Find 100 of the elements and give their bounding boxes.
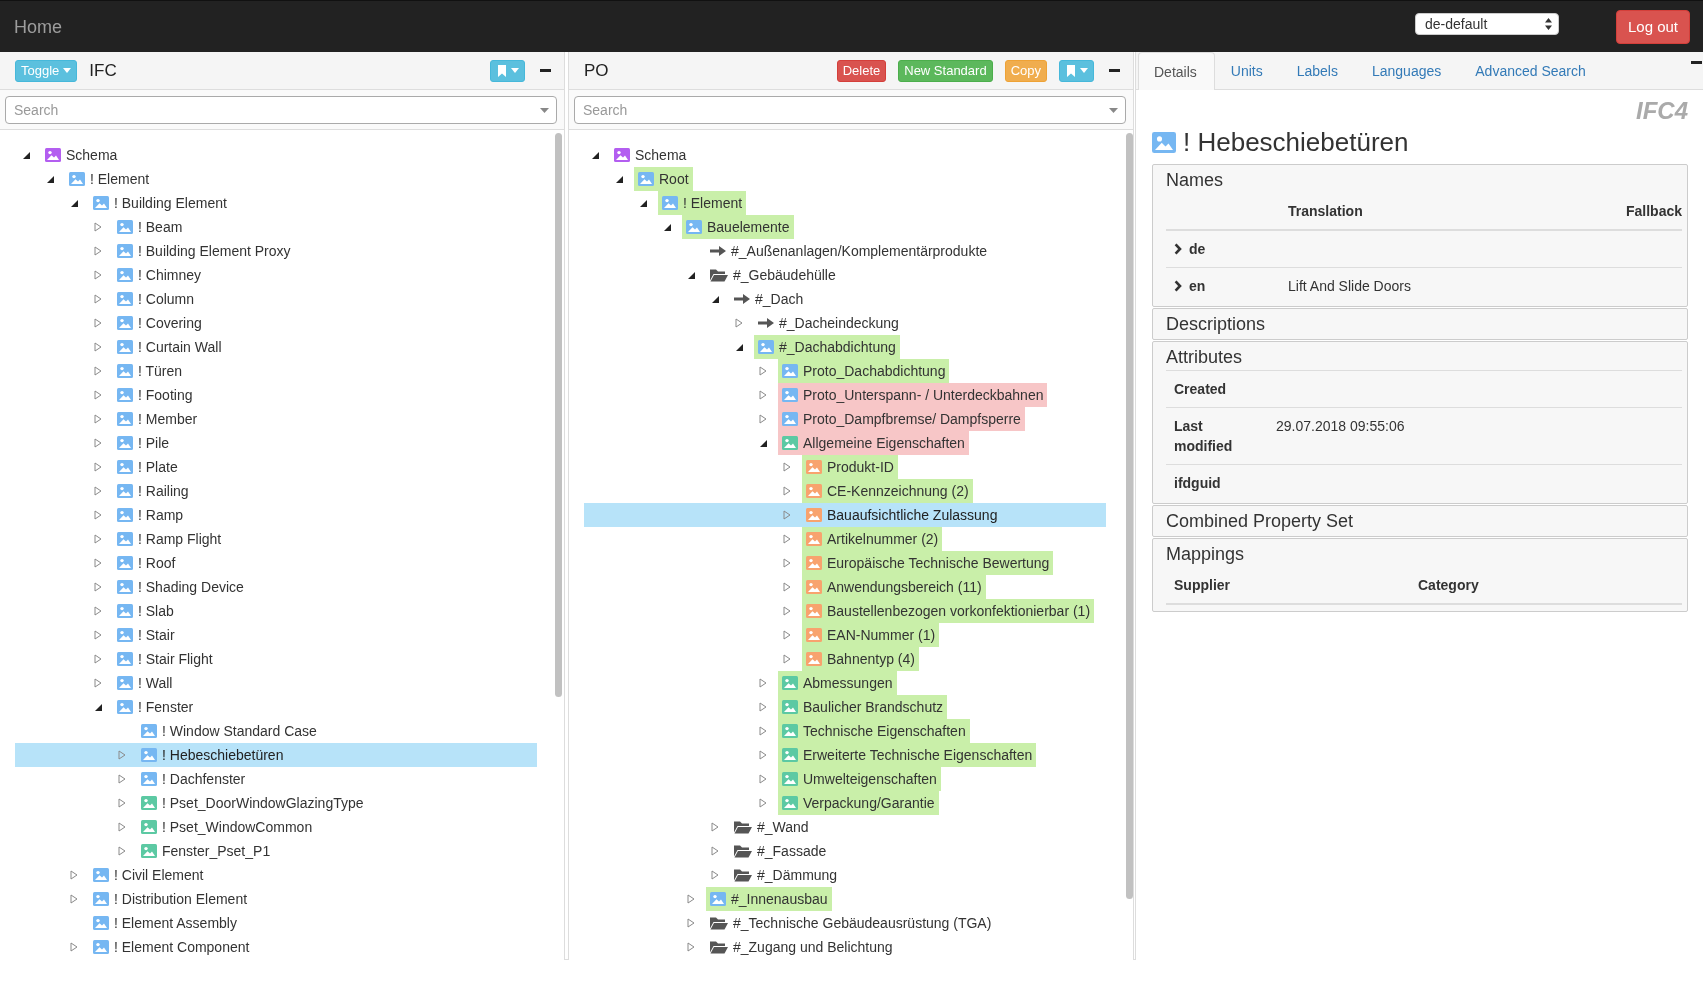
triangle-down-icon[interactable] xyxy=(663,223,671,231)
logout-button[interactable]: Log out xyxy=(1616,9,1690,44)
tree-item[interactable]: Verpackung/Garantie xyxy=(803,791,935,815)
tree-item[interactable]: Europäische Technische Bewertung xyxy=(827,551,1050,575)
tab[interactable]: Languages xyxy=(1355,52,1460,89)
tree-item[interactable]: ! Building Element xyxy=(114,191,227,215)
tree-item[interactable]: Allgemeine Eigenschaften xyxy=(803,431,965,455)
tree-item[interactable]: Artikelnummer (2) xyxy=(827,527,939,551)
tree-item[interactable]: #_Dach xyxy=(755,287,804,311)
bookmark-button[interactable] xyxy=(1059,59,1094,82)
triangle-down-icon[interactable] xyxy=(22,151,30,159)
tree-item[interactable]: ! Beam xyxy=(138,215,183,239)
triangle-right-icon[interactable] xyxy=(94,582,102,592)
tree-item[interactable]: ! Railing xyxy=(138,479,189,503)
delete-button[interactable]: Delete xyxy=(836,59,887,82)
tree-item[interactable]: #_Außenanlagen/Komplementärprodukte xyxy=(731,239,988,263)
tree-item[interactable]: Schema xyxy=(635,143,687,167)
tree-item[interactable]: #_Zugang und Belichtung xyxy=(733,935,893,959)
chevron-right-icon[interactable] xyxy=(1174,243,1182,255)
triangle-right-icon[interactable] xyxy=(711,822,719,832)
triangle-down-icon[interactable] xyxy=(639,199,647,207)
triangle-down-icon[interactable] xyxy=(70,199,78,207)
triangle-right-icon[interactable] xyxy=(94,414,102,424)
triangle-right-icon[interactable] xyxy=(687,918,695,928)
triangle-right-icon[interactable] xyxy=(94,318,102,328)
tree-item[interactable]: ! Member xyxy=(138,407,198,431)
tree-item[interactable]: #_Fassade xyxy=(757,839,827,863)
tree-item[interactable]: #_Dachabdichtung xyxy=(779,335,896,359)
triangle-right-icon[interactable] xyxy=(94,534,102,544)
triangle-right-icon[interactable] xyxy=(759,726,767,736)
triangle-right-icon[interactable] xyxy=(759,366,767,376)
triangle-right-icon[interactable] xyxy=(94,462,102,472)
triangle-right-icon[interactable] xyxy=(94,438,102,448)
tab[interactable]: Details xyxy=(1138,52,1215,90)
tree-item[interactable]: Anwendungsbereich (11) xyxy=(827,575,982,599)
triangle-right-icon[interactable] xyxy=(783,462,791,472)
triangle-down-icon[interactable] xyxy=(615,175,623,183)
triangle-right-icon[interactable] xyxy=(94,342,102,352)
tree-item[interactable]: Bauelemente xyxy=(707,215,790,239)
caret-down-icon[interactable] xyxy=(1109,108,1118,113)
triangle-right-icon[interactable] xyxy=(118,846,126,856)
triangle-right-icon[interactable] xyxy=(94,270,102,280)
tree-item[interactable]: Proto_Dampfbremse/ Dampfsperre xyxy=(803,407,1021,431)
caret-down-icon[interactable] xyxy=(540,108,549,113)
tree-item[interactable]: ! Column xyxy=(138,287,195,311)
tree-item[interactable]: Erweiterte Technische Eigenschaften xyxy=(803,743,1033,767)
chevron-right-icon[interactable] xyxy=(1174,280,1182,292)
triangle-right-icon[interactable] xyxy=(759,774,767,784)
search-field[interactable]: Search xyxy=(574,96,1126,124)
caret-down-icon[interactable] xyxy=(510,68,519,73)
triangle-right-icon[interactable] xyxy=(94,654,102,664)
tree-item[interactable]: Baulicher Brandschutz xyxy=(803,695,944,719)
triangle-right-icon[interactable] xyxy=(118,774,126,784)
tree-item[interactable]: ! Stair Flight xyxy=(138,647,213,671)
tree-item[interactable]: ! Element Component xyxy=(114,935,250,959)
triangle-down-icon[interactable] xyxy=(46,175,54,183)
triangle-right-icon[interactable] xyxy=(759,414,767,424)
tree-item[interactable]: #_Dämmung xyxy=(757,863,838,887)
triangle-right-icon[interactable] xyxy=(118,798,126,808)
triangle-right-icon[interactable] xyxy=(759,390,767,400)
triangle-right-icon[interactable] xyxy=(94,222,102,232)
tree-item[interactable]: EAN-Nummer (1) xyxy=(827,623,936,647)
triangle-right-icon[interactable] xyxy=(94,246,102,256)
tree-item[interactable]: ! Window Standard Case xyxy=(162,719,317,743)
search-field[interactable]: Search xyxy=(5,96,557,124)
tab[interactable]: Units xyxy=(1214,52,1281,89)
caret-down-icon[interactable] xyxy=(1079,68,1088,73)
tree-item[interactable]: ! Element xyxy=(90,167,150,191)
tree-item[interactable]: Baustellenbezogen vorkonfektionierbar (1) xyxy=(827,599,1091,623)
triangle-down-icon[interactable] xyxy=(735,343,743,351)
tree-item[interactable]: Fenster_Pset_P1 xyxy=(162,839,271,863)
tree-item[interactable]: ! Ramp xyxy=(138,503,184,527)
triangle-right-icon[interactable] xyxy=(94,486,102,496)
tree-item[interactable]: Proto_Dachabdichtung xyxy=(803,359,946,383)
triangle-right-icon[interactable] xyxy=(118,750,126,760)
tree-item[interactable]: ! Pset_WindowCommon xyxy=(162,815,313,839)
tree-item[interactable]: Umwelteigenschaften xyxy=(803,767,937,791)
tree-item[interactable]: Abmessungen xyxy=(803,671,893,695)
triangle-right-icon[interactable] xyxy=(783,486,791,496)
tree-item[interactable]: #_Technische Gebäudeausrüstung (TGA) xyxy=(733,911,992,935)
tree-item[interactable]: ! Roof xyxy=(138,551,176,575)
tree-item[interactable]: #_Dacheindeckung xyxy=(779,311,899,335)
tree-item[interactable]: Bahnentyp (4) xyxy=(827,647,915,671)
triangle-right-icon[interactable] xyxy=(759,702,767,712)
scrollbar-thumb[interactable] xyxy=(555,133,562,697)
triangle-right-icon[interactable] xyxy=(783,654,791,664)
tree-item[interactable]: ! Civil Element xyxy=(114,863,204,887)
tree-item[interactable]: Technische Eigenschaften xyxy=(803,719,966,743)
tree-item[interactable]: ! Distribution Element xyxy=(114,887,248,911)
triangle-down-icon[interactable] xyxy=(591,151,599,159)
tree-item[interactable]: ! Pset_DoorWindowGlazingType xyxy=(162,791,364,815)
tree-item[interactable]: ! Element Assembly xyxy=(114,911,237,935)
tree-item[interactable]: Bauaufsichtliche Zulassung xyxy=(827,503,998,527)
tree-item[interactable]: ! Dachfenster xyxy=(162,767,246,791)
tree-item[interactable]: ! Hebeschiebetüren xyxy=(162,743,284,767)
triangle-right-icon[interactable] xyxy=(759,750,767,760)
triangle-right-icon[interactable] xyxy=(94,606,102,616)
tree-item[interactable]: ! Wall xyxy=(138,671,173,695)
triangle-right-icon[interactable] xyxy=(94,366,102,376)
triangle-right-icon[interactable] xyxy=(94,630,102,640)
